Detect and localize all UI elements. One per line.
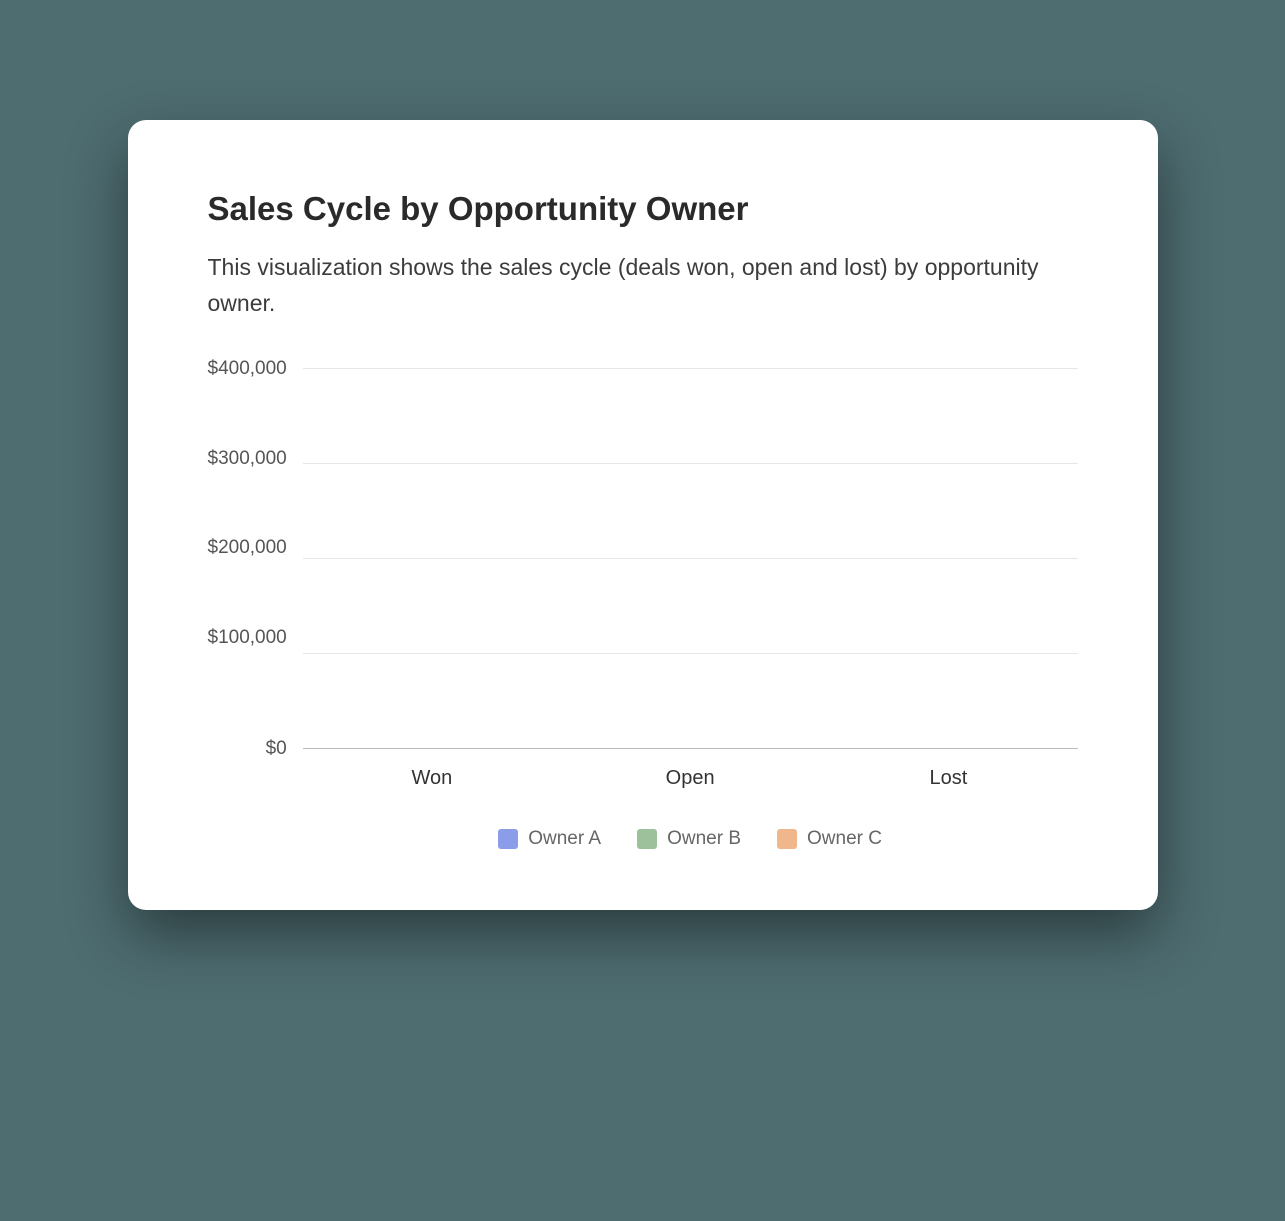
legend: Owner A Owner B Owner C xyxy=(303,828,1078,850)
y-tick: $100,000 xyxy=(208,627,287,649)
x-axis: Won Open Lost xyxy=(303,767,1078,790)
legend-item-owner-b: Owner B xyxy=(637,828,741,850)
y-tick: $400,000 xyxy=(208,358,287,380)
plot xyxy=(303,369,1078,749)
x-label: Won xyxy=(342,767,522,790)
y-tick: $200,000 xyxy=(208,537,287,559)
y-tick: $0 xyxy=(266,738,287,760)
chart-area: $400,000 $300,000 $200,000 $100,000 $0 W… xyxy=(208,369,1078,850)
y-tick: $300,000 xyxy=(208,448,287,470)
chart-subtitle: This visualization shows the sales cycle… xyxy=(208,250,1078,321)
swatch-icon xyxy=(498,829,518,849)
swatch-icon xyxy=(777,829,797,849)
legend-label: Owner C xyxy=(807,828,882,850)
chart-card: Sales Cycle by Opportunity Owner This vi… xyxy=(128,120,1158,910)
bars-container xyxy=(303,369,1078,748)
legend-label: Owner B xyxy=(667,828,741,850)
chart-title: Sales Cycle by Opportunity Owner xyxy=(208,190,1078,228)
x-label: Lost xyxy=(858,767,1038,790)
plot-outer: Won Open Lost Owner A Owner B Owner C xyxy=(303,369,1078,850)
legend-label: Owner A xyxy=(528,828,601,850)
swatch-icon xyxy=(637,829,657,849)
legend-item-owner-a: Owner A xyxy=(498,828,601,850)
legend-item-owner-c: Owner C xyxy=(777,828,882,850)
x-label: Open xyxy=(600,767,780,790)
y-axis: $400,000 $300,000 $200,000 $100,000 $0 xyxy=(208,369,303,749)
